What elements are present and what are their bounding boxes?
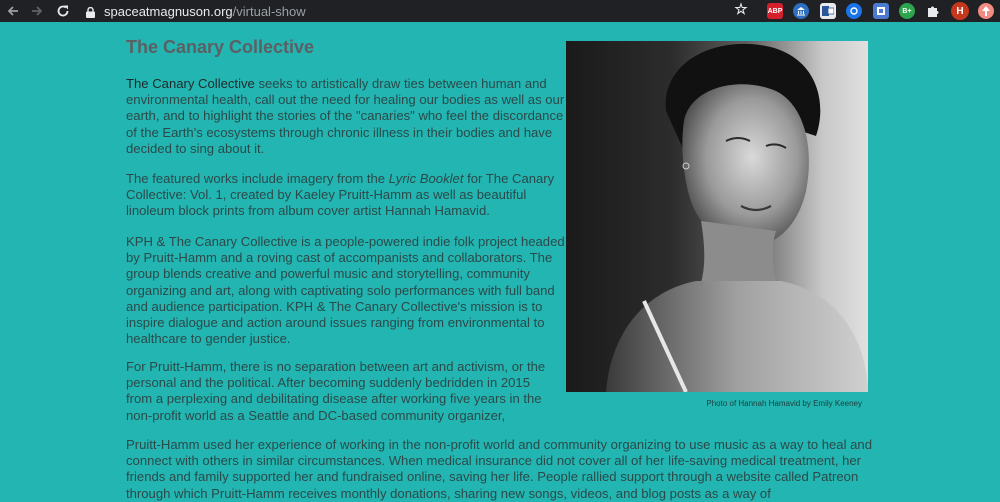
patreon-paragraph: Pruitt-Hamm used her experience of worki… xyxy=(126,437,872,501)
portrait-photo xyxy=(566,41,868,392)
bank-extension-icon[interactable] xyxy=(793,3,809,19)
project-description-paragraph: KPH & The Canary Collective is a people-… xyxy=(126,234,565,347)
reload-icon[interactable] xyxy=(54,2,72,20)
grade-extension-icon[interactable]: B+ xyxy=(899,3,915,19)
featured-works-paragraph: The featured works include imagery from … xyxy=(126,171,566,220)
featured-works-text-start: The featured works include imagery from … xyxy=(126,171,389,186)
url-host: spaceatmagnuson.org xyxy=(104,3,233,19)
intro-lead-text: The Canary Collective xyxy=(126,76,255,91)
extension-menu-icon[interactable] xyxy=(978,3,994,19)
url-path: /virtual-show xyxy=(232,3,306,19)
address-bar[interactable]: spaceatmagnuson.org/virtual-show xyxy=(86,0,306,22)
browser-toolbar: spaceatmagnuson.org/virtual-show ☆ ABP B… xyxy=(0,0,1000,22)
translate-extension-icon[interactable] xyxy=(873,3,889,19)
grade-extension-label: B+ xyxy=(902,7,912,15)
adblock-extension-icon[interactable]: ABP xyxy=(767,3,783,19)
lock-icon xyxy=(86,6,95,18)
avatar-letter: H xyxy=(956,5,964,17)
forward-arrow-icon[interactable] xyxy=(28,2,46,20)
adblock-extension-label: ABP xyxy=(767,7,783,15)
puzzle-icon[interactable] xyxy=(925,3,941,19)
lyric-booklet-title: Lyric Booklet xyxy=(388,171,464,186)
word-extension-icon[interactable] xyxy=(820,3,836,19)
biography-paragraph: For Pruitt-Hamm, there is no separation … xyxy=(126,359,546,423)
page-title: The Canary Collective xyxy=(126,37,315,57)
refresh-extension-icon[interactable] xyxy=(846,3,862,19)
intro-paragraph: The Canary Collective seeks to artistica… xyxy=(126,76,566,157)
profile-avatar[interactable]: H xyxy=(951,2,969,20)
star-icon[interactable]: ☆ xyxy=(733,1,749,18)
photo-caption: Photo of Hannah Hamavid by Emily Keeney xyxy=(706,399,862,408)
back-arrow-icon[interactable] xyxy=(4,2,22,20)
